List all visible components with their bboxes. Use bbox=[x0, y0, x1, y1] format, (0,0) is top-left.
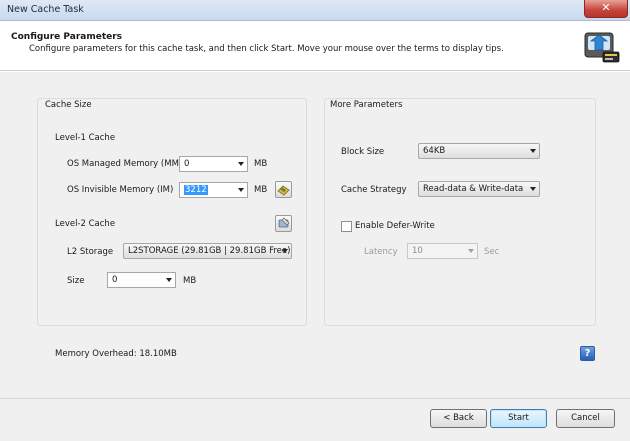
close-icon: ✕ bbox=[601, 1, 611, 14]
cache-size-title: Cache Size bbox=[45, 100, 92, 110]
block-size-value: 64KB bbox=[423, 146, 446, 156]
chevron-down-icon bbox=[238, 162, 244, 166]
block-size-label: Block Size bbox=[341, 147, 385, 157]
latency-combo: 10 bbox=[407, 243, 478, 259]
cache-strategy-label: Cache Strategy bbox=[341, 185, 407, 195]
chevron-down-icon bbox=[530, 187, 536, 191]
cache-strategy-combo[interactable]: Read-data & Write-data bbox=[418, 181, 540, 197]
memory-settings-icon bbox=[277, 185, 290, 196]
cancel-button[interactable]: Cancel bbox=[556, 409, 615, 428]
level2-cache-title: Level-2 Cache bbox=[55, 219, 116, 229]
os-managed-memory-label: OS Managed Memory (MM) bbox=[67, 159, 183, 169]
memory-overhead-text: Memory Overhead: 18.10MB bbox=[55, 349, 177, 359]
defer-write-checkbox[interactable] bbox=[341, 221, 352, 232]
l2-storage-value: L2STORAGE (29.81GB | 29.81GB Free) bbox=[128, 246, 291, 256]
page-title: Configure Parameters bbox=[11, 32, 123, 42]
back-button[interactable]: < Back bbox=[430, 409, 487, 428]
close-button[interactable]: ✕ bbox=[584, 0, 628, 18]
storage-settings-icon bbox=[278, 217, 290, 228]
chevron-down-icon bbox=[166, 278, 172, 282]
start-button[interactable]: Start bbox=[490, 409, 547, 428]
block-size-combo[interactable]: 64KB bbox=[418, 143, 540, 159]
window-title: New Cache Task bbox=[7, 4, 84, 15]
l2-size-unit: MB bbox=[183, 276, 197, 286]
help-button[interactable]: ? bbox=[580, 346, 595, 361]
chevron-down-icon bbox=[530, 149, 536, 153]
mm-unit: MB bbox=[254, 159, 268, 169]
os-managed-memory-value: 0 bbox=[184, 159, 190, 169]
wizard-disk-icon bbox=[584, 32, 620, 63]
page-subtitle: Configure parameters for this cache task… bbox=[29, 44, 504, 54]
im-unit: MB bbox=[254, 185, 268, 195]
chevron-down-icon bbox=[282, 249, 288, 253]
os-invisible-memory-combo[interactable]: 3212 bbox=[179, 182, 248, 198]
latency-value: 10 bbox=[412, 246, 423, 256]
l2-storage-label: L2 Storage bbox=[67, 247, 114, 257]
os-managed-memory-combo[interactable]: 0 bbox=[179, 156, 248, 172]
l2-size-combo[interactable]: 0 bbox=[107, 272, 176, 288]
more-parameters-title: More Parameters bbox=[330, 100, 403, 110]
chevron-down-icon bbox=[238, 188, 244, 192]
l2-size-label: Size bbox=[67, 276, 85, 286]
os-invisible-memory-label: OS Invisible Memory (IM) bbox=[67, 185, 174, 195]
l2-storage-combo[interactable]: L2STORAGE (29.81GB | 29.81GB Free) bbox=[123, 243, 292, 259]
more-parameters-group bbox=[324, 98, 596, 326]
level1-cache-title: Level-1 Cache bbox=[55, 133, 116, 143]
memory-settings-button[interactable] bbox=[275, 181, 292, 198]
cache-strategy-value: Read-data & Write-data bbox=[423, 184, 524, 194]
os-invisible-memory-value: 3212 bbox=[184, 185, 208, 195]
latency-unit: Sec bbox=[484, 247, 500, 257]
l2-size-value: 0 bbox=[112, 275, 118, 285]
chevron-down-icon bbox=[468, 249, 474, 253]
latency-label: Latency bbox=[364, 247, 398, 257]
defer-write-label[interactable]: Enable Defer-Write bbox=[355, 221, 435, 231]
title-bar bbox=[0, 0, 630, 21]
help-icon: ? bbox=[584, 348, 591, 359]
storage-settings-button[interactable] bbox=[275, 215, 292, 232]
